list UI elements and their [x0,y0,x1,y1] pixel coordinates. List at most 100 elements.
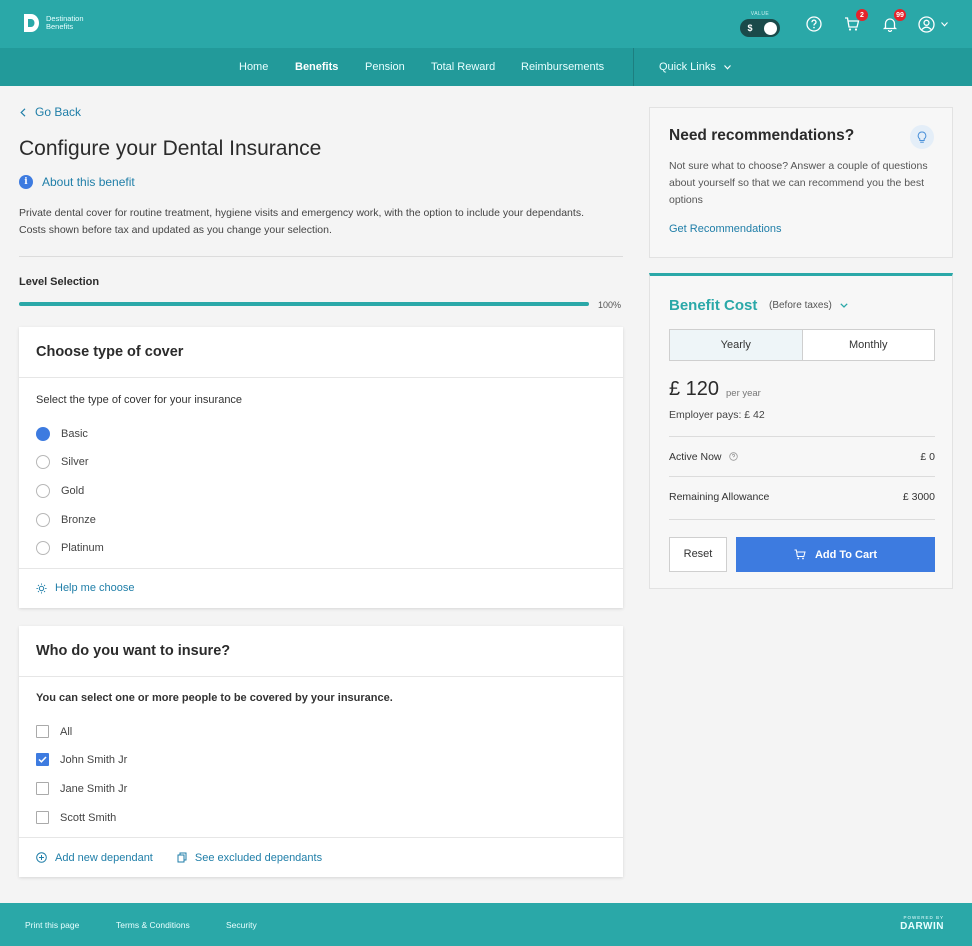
cover-option-label: Basic [61,428,88,440]
about-benefit-label: About this benefit [42,175,135,189]
cover-option-label: Bronze [61,514,96,526]
person-option-scott-smith[interactable]: Scott Smith [36,811,116,824]
divider [669,519,935,520]
person-option-all[interactable]: All [36,725,72,738]
tab-yearly[interactable]: Yearly [670,330,803,360]
person-option-john-smith-jr[interactable]: John Smith Jr [36,753,127,766]
nav-quick-links[interactable]: Quick Links [659,48,731,86]
help-me-choose-link[interactable]: Help me choose [36,582,606,594]
radio[interactable] [36,455,50,469]
cover-option-basic[interactable]: Basic [36,427,88,441]
powered-by-brand: DARWIN [900,921,944,932]
benefit-description: Private dental cover for routine treatme… [19,207,584,236]
nav-total-reward[interactable]: Total Reward [431,48,495,86]
cover-option-platinum[interactable]: Platinum [36,541,104,555]
checkbox[interactable] [36,782,49,795]
chevron-down-icon [941,21,948,27]
remaining-allowance-row: Remaining Allowance £ 3000 [669,476,935,516]
radio[interactable] [36,541,50,555]
checkbox[interactable] [36,725,49,738]
add-dependant-link[interactable]: Add new dependant [36,851,153,864]
go-back-label: Go Back [35,105,82,119]
lightbulb-icon [36,583,47,593]
info-icon: i [19,175,33,189]
employer-contribution: Employer pays: £ 42 [669,409,765,421]
nav-divider [633,48,634,86]
cover-option-label: Platinum [61,542,104,554]
currency-symbol: $ [747,23,753,33]
notifications-icon[interactable]: 99 [880,9,906,34]
footer-security-link[interactable]: Security [226,920,257,930]
price-period: per year [726,388,761,399]
main-nav: Home Benefits Pension Total Reward Reimb… [0,48,972,86]
active-now-value: £ 0 [920,450,935,463]
cover-type-card: Choose type of cover Select the type of … [19,327,623,608]
see-excluded-label: See excluded dependants [194,851,323,864]
help-icon[interactable] [804,14,824,34]
benefit-cost-title: Benefit Cost [669,297,758,314]
get-recommendations-link[interactable]: Get Recommendations [669,223,782,235]
benefit-cost-subtitle[interactable]: (Before taxes) [769,300,848,311]
help-icon [728,452,738,461]
insured-people-card: Who do you want to insure? You can selec… [19,626,623,877]
brand-logo[interactable]: Destination Benefits [22,13,84,33]
footer-print-link[interactable]: Print this page [25,920,79,930]
copy-icon [177,852,187,863]
chevron-down-icon [723,64,731,70]
lightbulb-icon [910,125,934,149]
top-header: Destination Benefits VALUE $ 2 99 [0,0,972,48]
nav-benefits[interactable]: Benefits [295,48,338,86]
see-excluded-link[interactable]: See excluded dependants [177,851,322,864]
recommendations-title: Need recommendations? [669,127,855,144]
reset-button[interactable]: Reset [669,537,727,572]
cover-option-label: Gold [61,485,85,497]
currency-toggle[interactable]: VALUE $ [740,11,780,37]
toggle-knob [764,21,777,35]
nav-home[interactable]: Home [239,48,268,86]
plus-circle-icon [36,852,47,863]
cover-card-subtitle: Select the type of cover for your insura… [36,394,243,406]
checkbox-checked[interactable] [36,753,49,766]
remaining-allowance-value: £ 3000 [902,490,935,503]
person-label: Scott Smith [60,811,117,824]
radio[interactable] [36,484,50,498]
brand-mark-icon [22,13,40,33]
footer-terms-link[interactable]: Terms & Conditions [116,920,190,930]
page-title: Configure your Dental Insurance [19,137,322,160]
cover-option-gold[interactable]: Gold [36,484,84,498]
cart-icon [794,549,806,560]
chevron-down-icon [840,303,848,308]
radio[interactable] [36,513,50,527]
powered-by-label: POWERED BY [903,915,944,920]
user-menu[interactable] [918,14,952,34]
annual-price: £ 120 [669,378,720,400]
insure-card-title: Who do you want to insure? [19,626,623,677]
cover-card-title: Choose type of cover [19,327,623,378]
add-to-cart-label: Add To Cart [814,548,878,561]
cart-badge: 2 [856,9,868,21]
person-label: Jane Smith Jr [60,782,128,795]
value-label: VALUE [750,11,770,17]
checkmark-icon [38,756,47,763]
level-progress-fill [19,302,589,306]
period-toggle: Yearly Monthly [669,329,935,361]
about-benefit-link[interactable]: i About this benefit [19,175,135,189]
level-progress-percent: 100% [598,300,622,310]
add-dependant-label: Add new dependant [55,851,153,864]
benefit-cost-panel: Benefit Cost (Before taxes) Yearly Month… [649,273,953,589]
nav-pension[interactable]: Pension [365,48,405,86]
powered-by-logo: POWERED BY DARWIN [900,915,944,932]
nav-reimbursements[interactable]: Reimbursements [521,48,604,86]
cover-option-silver[interactable]: Silver [36,455,89,469]
radio-selected[interactable] [36,427,50,441]
add-to-cart-button[interactable]: Add To Cart [736,537,935,572]
brand-name: Destination Benefits [46,14,84,31]
tab-monthly[interactable]: Monthly [802,330,934,360]
checkbox[interactable] [36,811,49,824]
cover-option-bronze[interactable]: Bronze [36,513,96,527]
go-back-link[interactable]: Go Back [20,105,81,119]
before-taxes-label: (Before taxes) [769,300,832,311]
cart-icon[interactable]: 2 [842,9,868,34]
person-option-jane-smith-jr[interactable]: Jane Smith Jr [36,782,127,795]
person-label: John Smith Jr [60,753,128,766]
